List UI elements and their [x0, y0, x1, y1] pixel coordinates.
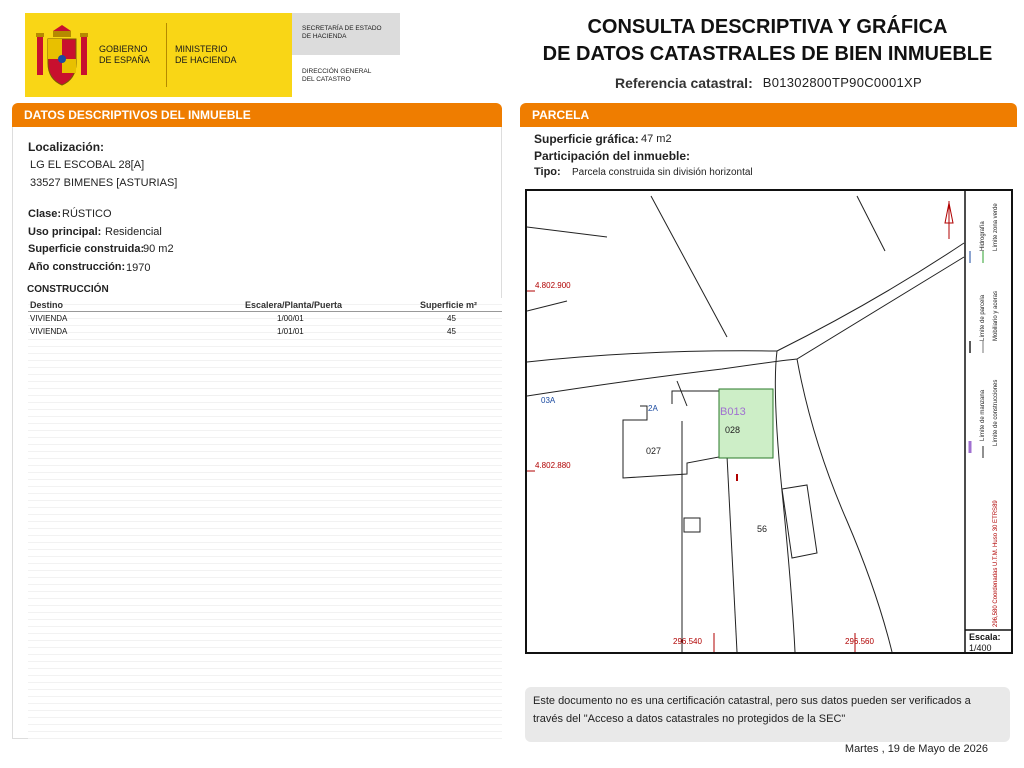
row2-sup: 45	[447, 327, 456, 336]
row2-epp: 1/01/01	[277, 327, 304, 336]
construccion-label: CONSTRUCCIÓN	[27, 284, 109, 295]
row1-epp: 1/00/01	[277, 314, 304, 323]
map-svg	[527, 191, 1011, 652]
coat-of-arms-icon	[36, 25, 88, 86]
legend-hidrografia: Hidrografía	[980, 221, 986, 251]
sup-grafica-label: Superficie gráfica:	[534, 132, 639, 146]
y-label-bottom: 4.802.880	[535, 461, 571, 470]
parcel-code: B013	[720, 406, 746, 418]
catastro-page: GOBIERNO DE ESPAÑA MINISTERIO DE HACIEND…	[0, 0, 1024, 768]
label-027: 027	[646, 446, 662, 456]
gobierno-text: GOBIERNO DE ESPAÑA	[99, 44, 150, 65]
superficie-label: Superficie construida:	[28, 243, 145, 255]
direccion-text: DIRECCIÓN GENERAL DEL CATASTRO	[302, 68, 372, 83]
document-date: Martes , 19 de Mayo de 2026	[844, 743, 988, 755]
scale-value: 1/400	[969, 643, 992, 653]
government-logo-block: GOBIERNO DE ESPAÑA MINISTERIO DE HACIEND…	[25, 13, 400, 97]
address-line-2: 33527 BIMENES [ASTURIAS]	[30, 177, 178, 189]
reference-value: B01302800TP90C0001XP	[762, 75, 922, 90]
anio-value: 1970	[126, 262, 151, 274]
address-line-1: LG EL ESCOBAL 28[A]	[30, 159, 145, 171]
descriptive-data-heading: DATOS DESCRIPTIVOS DEL INMUEBLE	[12, 103, 502, 127]
ministerio-text: MINISTERIO DE HACIENDA	[175, 44, 237, 65]
col-escalera: Escalera/Planta/Puerta	[245, 300, 343, 310]
row1-sup: 45	[447, 314, 456, 323]
coord-note: 296,580 Coordenadas U.T.M. Huso 30 ETRS8…	[993, 500, 999, 627]
reference-label: Referencia catastral:	[615, 75, 753, 91]
legend-mobiliario: Mobiliario y aceras	[993, 290, 999, 341]
legend-parcela: Límite de parcela	[980, 294, 986, 341]
legend-construcciones: Límite de construcciones	[993, 379, 999, 446]
parcel-number: 028	[725, 425, 741, 435]
tipo-label: Tipo:	[534, 166, 561, 178]
disclaimer-note: Este documento no es una certificación c…	[525, 687, 1010, 742]
divider	[166, 23, 167, 87]
col-superficie: Superficie m²	[420, 300, 478, 310]
superficie-value: 90 m2	[143, 243, 174, 255]
y-label-top: 4.802.900	[535, 281, 571, 290]
legend-manzana: Límite de manzana	[980, 389, 986, 441]
row2-destino: VIVIENDA	[30, 327, 68, 336]
participacion-label: Participación del inmueble:	[534, 149, 691, 163]
x-label-right: 296.560	[845, 637, 874, 646]
localizacion-label: Localización:	[28, 140, 105, 154]
reference-line: Referencia catastral: B01302800TP90C0001…	[615, 75, 922, 91]
anio-label: Año construcción:	[28, 261, 126, 273]
tipo-value: Parcela construida sin división horizont…	[572, 167, 753, 178]
page-title: CONSULTA DESCRIPTIVA Y GRÁFICA DE DATOS …	[542, 16, 993, 65]
label-03a: 03A	[541, 396, 556, 405]
sup-grafica-value: 47 m2	[641, 133, 672, 145]
construction-table	[28, 298, 502, 739]
legend-zona-verde: Límite zona verde	[993, 203, 999, 251]
header-rule	[28, 311, 502, 312]
clase-label: Clase:	[28, 208, 62, 220]
col-destino: Destino	[30, 300, 64, 310]
label-2a: 2A	[648, 404, 658, 413]
label-56: 56	[757, 524, 768, 534]
secretaria-text: SECRETARÍA DE ESTADO DE HACIENDA	[302, 25, 382, 40]
parcel-028-shape	[718, 388, 774, 459]
uso-value: Residencial	[105, 226, 162, 238]
row1-destino: VIVIENDA	[30, 314, 68, 323]
x-label-left: 296.540	[673, 637, 702, 646]
uso-label: Uso principal:	[28, 226, 102, 238]
scale-label: Escala:	[969, 632, 1001, 642]
parcela-heading: PARCELA	[520, 103, 1017, 127]
clase-value: RÚSTICO	[62, 208, 112, 220]
cadastral-map: 4.802.900 4.802.880 296.540 296.560 B013…	[525, 189, 1013, 654]
